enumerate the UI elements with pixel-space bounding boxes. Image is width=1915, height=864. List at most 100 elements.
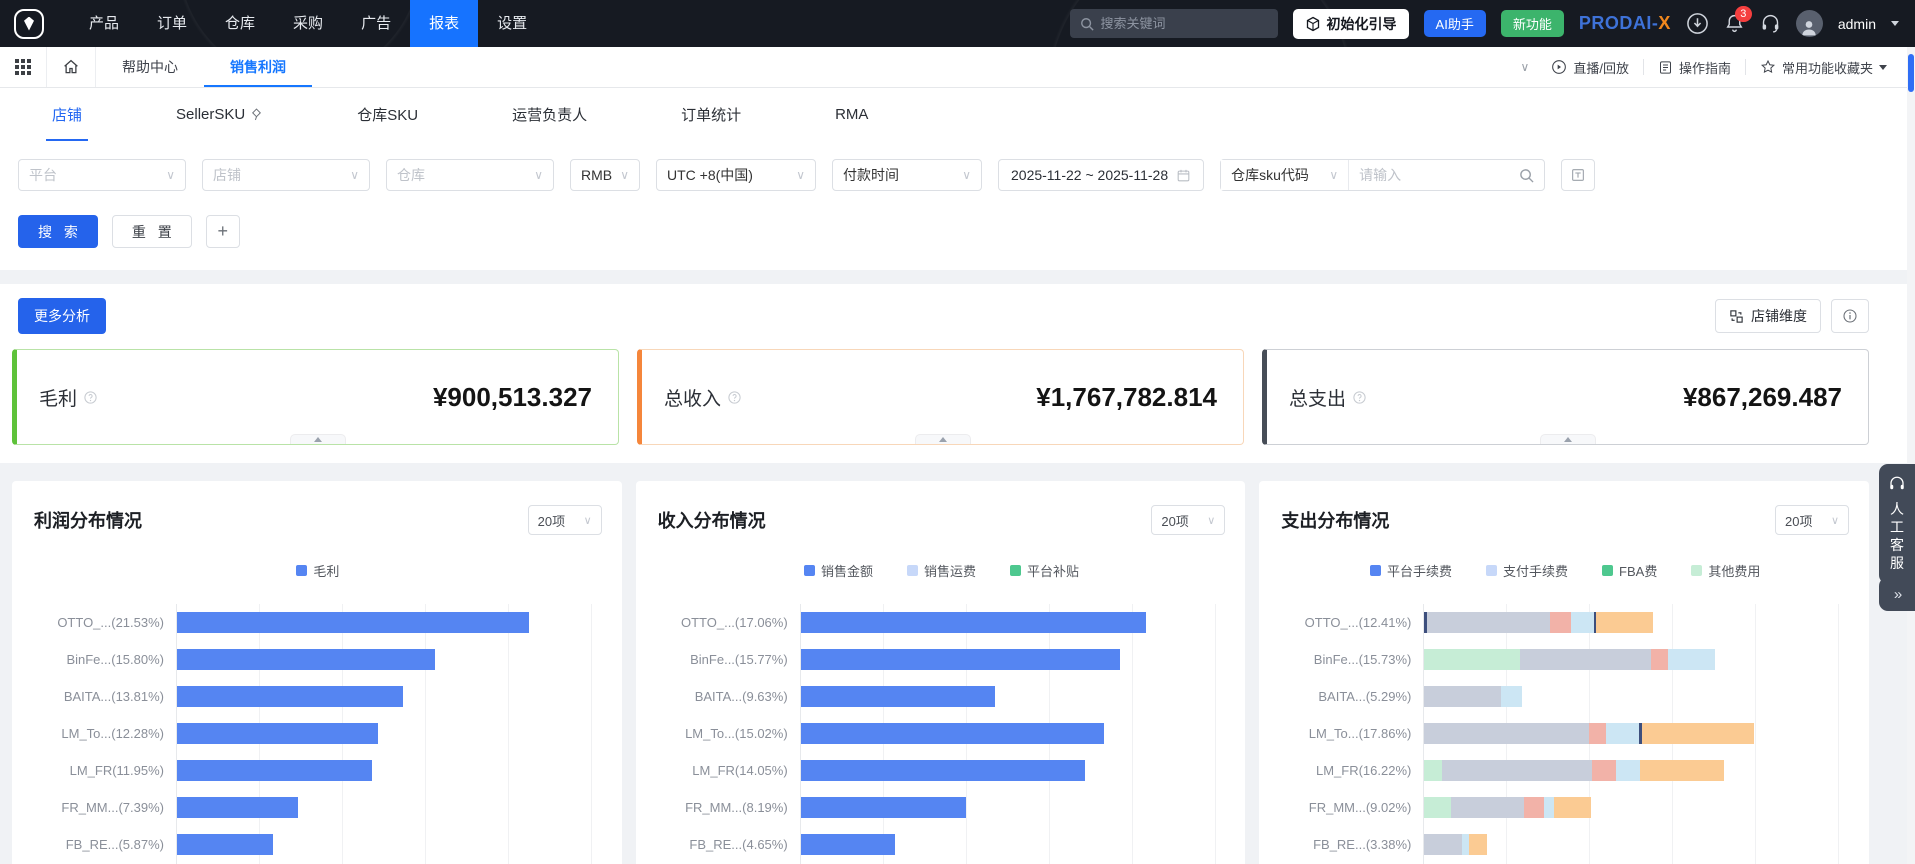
shop-select[interactable]: 店铺∨ bbox=[202, 159, 370, 191]
bar[interactable] bbox=[1424, 686, 1522, 707]
tabs-dropdown-chevron-icon[interactable]: ∨ bbox=[1513, 60, 1538, 74]
batch-input-button[interactable] bbox=[1561, 159, 1595, 191]
apps-grid-button[interactable] bbox=[0, 47, 47, 87]
live-replay-link[interactable]: 直播/回放 bbox=[1537, 58, 1643, 77]
bar[interactable] bbox=[177, 760, 372, 781]
bar[interactable] bbox=[177, 686, 403, 707]
reset-button[interactable]: 重 置 bbox=[112, 215, 192, 248]
bar[interactable] bbox=[801, 797, 967, 818]
bar[interactable] bbox=[1424, 612, 1653, 633]
bar[interactable] bbox=[1424, 649, 1714, 670]
tab-help-center[interactable]: 帮助中心 bbox=[96, 47, 204, 87]
init-guide-button[interactable]: 初始化引导 bbox=[1293, 9, 1409, 39]
bar[interactable] bbox=[177, 797, 298, 818]
global-search-input[interactable] bbox=[1101, 16, 1261, 31]
report-tab-label: 店铺 bbox=[52, 104, 82, 125]
bar-category-label: BAITA...(13.81%) bbox=[34, 689, 176, 704]
date-range-picker[interactable]: 2025-11-22 ~ 2025-11-28 bbox=[998, 159, 1204, 191]
bar[interactable] bbox=[801, 686, 996, 707]
sku-type-select[interactable]: 仓库sku代码∨ bbox=[1221, 160, 1349, 190]
ai-assistant-button[interactable]: AI助手 bbox=[1424, 10, 1486, 37]
bar[interactable] bbox=[801, 612, 1146, 633]
bar[interactable] bbox=[1424, 760, 1723, 781]
nav-item-广告[interactable]: 广告 bbox=[342, 0, 410, 47]
user-avatar[interactable] bbox=[1796, 10, 1823, 37]
report-tab-店铺[interactable]: 店铺 bbox=[46, 88, 88, 141]
download-button[interactable] bbox=[1686, 12, 1709, 35]
bar[interactable] bbox=[177, 834, 273, 855]
card-collapse-toggle[interactable] bbox=[1540, 434, 1596, 444]
legend-item-销售金额[interactable]: 销售金额 bbox=[804, 561, 873, 580]
search-button[interactable]: 搜 索 bbox=[18, 215, 98, 248]
add-filter-button[interactable]: + bbox=[206, 215, 240, 248]
nav-item-订单[interactable]: 订单 bbox=[138, 0, 206, 47]
support-button[interactable] bbox=[1760, 13, 1781, 34]
legend-item-销售运费[interactable]: 销售运费 bbox=[907, 561, 976, 580]
nav-item-采购[interactable]: 采购 bbox=[274, 0, 342, 47]
bar[interactable] bbox=[801, 760, 1085, 781]
legend-item-支付手续费[interactable]: 支付手续费 bbox=[1486, 561, 1568, 580]
card-collapse-toggle[interactable] bbox=[915, 434, 971, 444]
favorites-menu[interactable]: 常用功能收藏夹 bbox=[1746, 58, 1901, 77]
report-tab-RMA[interactable]: RMA bbox=[829, 88, 874, 141]
legend-item-平台手续费[interactable]: 平台手续费 bbox=[1370, 561, 1452, 580]
nav-item-报表[interactable]: 报表 bbox=[410, 0, 478, 47]
currency-select[interactable]: RMB∨ bbox=[570, 159, 640, 191]
page-scrollbar[interactable] bbox=[1907, 47, 1915, 864]
expense-distribution-chart: 支出分布情况20项∨平台手续费支付手续费FBA费其他费用OTTO_...(12.… bbox=[1259, 481, 1869, 864]
more-analysis-button[interactable]: 更多分析 bbox=[18, 298, 106, 334]
help-circle-icon[interactable] bbox=[83, 390, 98, 405]
legend-item-其他费用[interactable]: 其他费用 bbox=[1691, 561, 1760, 580]
page-scrollbar-thumb[interactable] bbox=[1908, 54, 1914, 92]
user-menu-caret-icon[interactable] bbox=[1891, 21, 1899, 26]
bar-track bbox=[1423, 826, 1849, 863]
nav-item-产品[interactable]: 产品 bbox=[70, 0, 138, 47]
sku-search-icon[interactable] bbox=[1519, 168, 1534, 183]
legend-item-FBA费[interactable]: FBA费 bbox=[1602, 561, 1657, 580]
bar[interactable] bbox=[1424, 723, 1754, 744]
timezone-select[interactable]: UTC +8(中国)∨ bbox=[656, 159, 816, 191]
bar[interactable] bbox=[177, 723, 378, 744]
report-tabs: 店铺 SellerSKU 仓库SKU 运营负责人 订单统计 RMA bbox=[0, 88, 1915, 141]
nav-item-设置[interactable]: 设置 bbox=[478, 0, 546, 47]
home-tab[interactable] bbox=[47, 47, 96, 87]
chart-header: 利润分布情况20项∨ bbox=[34, 505, 602, 535]
tab-sales-profit[interactable]: 销售利润 bbox=[204, 47, 312, 87]
help-circle-icon[interactable] bbox=[727, 390, 742, 405]
service-collapse-button[interactable]: » bbox=[1879, 577, 1915, 611]
chart-limit-select[interactable]: 20项∨ bbox=[1775, 505, 1849, 535]
new-feature-button[interactable]: 新功能 bbox=[1501, 10, 1564, 37]
notifications-button[interactable]: 3 bbox=[1724, 13, 1745, 34]
bar[interactable] bbox=[1424, 834, 1486, 855]
help-circle-icon[interactable] bbox=[1352, 390, 1367, 405]
warehouse-select[interactable]: 仓库∨ bbox=[386, 159, 554, 191]
chart-limit-select[interactable]: 20项∨ bbox=[528, 505, 602, 535]
app-logo-icon[interactable] bbox=[14, 9, 44, 39]
card-collapse-toggle[interactable] bbox=[290, 434, 346, 444]
time-type-select[interactable]: 付款时间∨ bbox=[832, 159, 982, 191]
report-tab-运营负责人[interactable]: 运营负责人 bbox=[506, 88, 593, 141]
bar[interactable] bbox=[177, 612, 529, 633]
bar[interactable] bbox=[801, 723, 1105, 744]
sku-input[interactable] bbox=[1349, 167, 1519, 183]
chart-limit-select[interactable]: 20项∨ bbox=[1151, 505, 1225, 535]
chart-legend: 销售金额 销售运费 平台补贴 bbox=[658, 561, 1226, 580]
bar[interactable] bbox=[1424, 797, 1591, 818]
global-search[interactable] bbox=[1070, 9, 1278, 38]
bar[interactable] bbox=[801, 834, 895, 855]
nav-item-仓库[interactable]: 仓库 bbox=[206, 0, 274, 47]
report-tab-仓库SKU[interactable]: 仓库SKU bbox=[351, 88, 424, 141]
operation-guide-link[interactable]: 操作指南 bbox=[1644, 58, 1745, 77]
legend-item-毛利[interactable]: 毛利 bbox=[296, 561, 339, 580]
username-label[interactable]: admin bbox=[1838, 16, 1876, 32]
report-tab-SellerSKU[interactable]: SellerSKU bbox=[170, 88, 269, 141]
customer-service-widget[interactable]: 人工客服 bbox=[1879, 464, 1915, 584]
shop-dimension-button[interactable]: 店铺维度 bbox=[1715, 299, 1821, 333]
bar-category-label: OTTO_...(12.41%) bbox=[1281, 615, 1423, 630]
legend-item-平台补贴[interactable]: 平台补贴 bbox=[1010, 561, 1079, 580]
bar[interactable] bbox=[801, 649, 1120, 670]
platform-select[interactable]: 平台∨ bbox=[18, 159, 186, 191]
bar[interactable] bbox=[177, 649, 435, 670]
report-tab-订单统计[interactable]: 订单统计 bbox=[675, 88, 747, 141]
summary-info-button[interactable] bbox=[1831, 299, 1869, 333]
